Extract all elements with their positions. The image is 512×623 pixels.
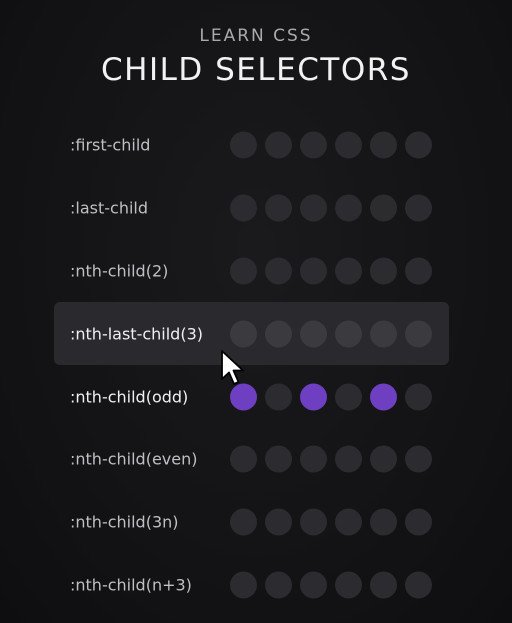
child-dots xyxy=(230,383,440,411)
child-dot xyxy=(300,508,327,536)
child-dot xyxy=(335,508,362,536)
selector-label: :nth-child(3n) xyxy=(70,512,179,532)
child-dot xyxy=(265,445,292,473)
child-dot xyxy=(265,131,292,159)
selector-label: :nth-child(n+3) xyxy=(70,575,192,595)
child-dot xyxy=(335,445,362,473)
selector-label: :nth-last-child(3) xyxy=(70,324,203,344)
child-dot xyxy=(335,194,362,222)
child-dot xyxy=(230,445,257,473)
child-dot xyxy=(405,320,432,348)
selector-list: :first-child :last-child :nth-child(2) :… xyxy=(54,114,449,616)
child-dot xyxy=(335,257,362,285)
child-dot xyxy=(300,257,327,285)
child-dots xyxy=(230,131,440,159)
child-dot-selected xyxy=(300,383,327,411)
child-dot xyxy=(405,571,432,599)
child-dot xyxy=(370,131,397,159)
child-dots xyxy=(230,194,440,222)
child-dot xyxy=(300,131,327,159)
child-dot xyxy=(230,194,257,222)
selector-row-nth-child-2[interactable]: :nth-child(2) xyxy=(54,240,449,303)
child-dots xyxy=(230,320,440,348)
child-dot xyxy=(370,194,397,222)
selector-row-nth-last-child-3[interactable]: :nth-last-child(3) xyxy=(54,302,449,366)
selector-row-nth-child-odd[interactable]: :nth-child(odd) xyxy=(54,365,449,428)
selector-label: :last-child xyxy=(70,198,149,218)
child-dot-selected xyxy=(370,383,397,411)
child-dot xyxy=(405,257,432,285)
child-dot-selected xyxy=(335,320,362,348)
child-dots xyxy=(230,508,440,536)
child-dots xyxy=(230,445,440,473)
child-dot xyxy=(405,445,432,473)
child-dot xyxy=(300,445,327,473)
child-dot xyxy=(230,571,257,599)
child-dot xyxy=(335,571,362,599)
child-dot xyxy=(370,571,397,599)
child-dot xyxy=(265,571,292,599)
selector-label: :nth-child(odd) xyxy=(70,387,189,407)
child-dot xyxy=(300,571,327,599)
child-dot-selected xyxy=(230,383,257,411)
selector-label: :nth-child(even) xyxy=(70,449,198,469)
selector-row-last-child[interactable]: :last-child xyxy=(54,177,449,240)
child-dot xyxy=(230,508,257,536)
selector-label: :first-child xyxy=(70,135,151,155)
child-dot xyxy=(405,131,432,159)
mouse-pointer-icon xyxy=(221,350,244,385)
child-dot xyxy=(230,320,257,348)
child-dot xyxy=(335,383,362,411)
selector-row-nth-child-even[interactable]: :nth-child(even) xyxy=(54,428,449,491)
page-title: CHILD SELECTORS xyxy=(101,52,411,88)
selector-row-nth-child-3n[interactable]: :nth-child(3n) xyxy=(54,491,449,554)
selector-row-nth-child-n-plus-3[interactable]: :nth-child(n+3) xyxy=(54,554,449,617)
child-dot xyxy=(405,383,432,411)
selector-row-first-child[interactable]: :first-child xyxy=(54,114,449,177)
child-dot xyxy=(265,320,292,348)
child-dot xyxy=(405,508,432,536)
child-dot xyxy=(335,131,362,159)
child-dot xyxy=(265,194,292,222)
child-dot xyxy=(370,445,397,473)
eyebrow-text: LEARN CSS xyxy=(199,26,313,46)
child-dot xyxy=(370,257,397,285)
child-dot xyxy=(265,383,292,411)
page: LEARN CSS CHILD SELECTORS :first-child :… xyxy=(0,0,512,623)
child-dot xyxy=(265,257,292,285)
child-dot xyxy=(300,320,327,348)
child-dot xyxy=(230,257,257,285)
child-dot xyxy=(405,194,432,222)
child-dots xyxy=(230,571,440,599)
child-dots xyxy=(230,257,440,285)
child-dot xyxy=(230,131,257,159)
child-dot xyxy=(370,320,397,348)
child-dot xyxy=(370,508,397,536)
child-dot xyxy=(265,508,292,536)
child-dot xyxy=(300,194,327,222)
selector-label: :nth-child(2) xyxy=(70,261,169,281)
